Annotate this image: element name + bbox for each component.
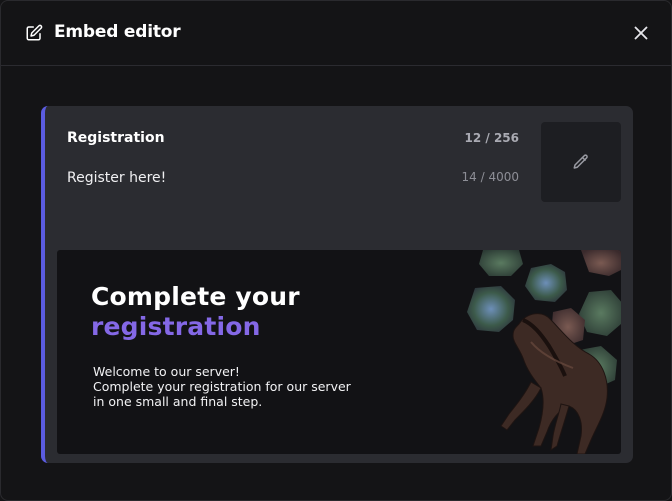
horse-artwork (467, 250, 621, 454)
art-tile (581, 250, 621, 276)
embed-description[interactable]: Register here! (67, 170, 166, 186)
banner-heading-line1: Complete your (91, 282, 300, 311)
banner-heading-line2: registration (91, 312, 261, 341)
thumbnail-edit-button[interactable] (541, 122, 621, 202)
art-tile (479, 250, 523, 276)
banner-image[interactable]: Complete your registration Welcome to ou… (57, 250, 621, 454)
close-button[interactable] (631, 23, 651, 43)
close-icon (634, 26, 648, 40)
pencil-icon (573, 154, 588, 169)
art-tile (579, 290, 621, 336)
banner-body-text: Welcome to our server! Complete your reg… (93, 364, 351, 409)
embed-editor-modal: Embed editor Registration 12 / 256 Regis… (0, 0, 672, 501)
horse-figure (500, 313, 608, 454)
title-char-count: 12 / 256 (464, 131, 520, 145)
edit-square-icon (25, 24, 43, 42)
description-char-count: 14 / 4000 (461, 170, 519, 184)
banner-text-line: in one small and final step. (93, 394, 263, 409)
banner-text-line: Welcome to our server! (93, 364, 240, 379)
embed-preview: Registration 12 / 256 Register here! 14 … (41, 106, 633, 463)
art-tile (467, 286, 515, 332)
embed-title[interactable]: Registration (67, 130, 165, 146)
modal-title: Embed editor (54, 22, 181, 42)
modal-header: Embed editor (1, 1, 671, 66)
art-tile (525, 264, 567, 302)
banner-text-line: Complete your registration for our serve… (93, 379, 351, 394)
